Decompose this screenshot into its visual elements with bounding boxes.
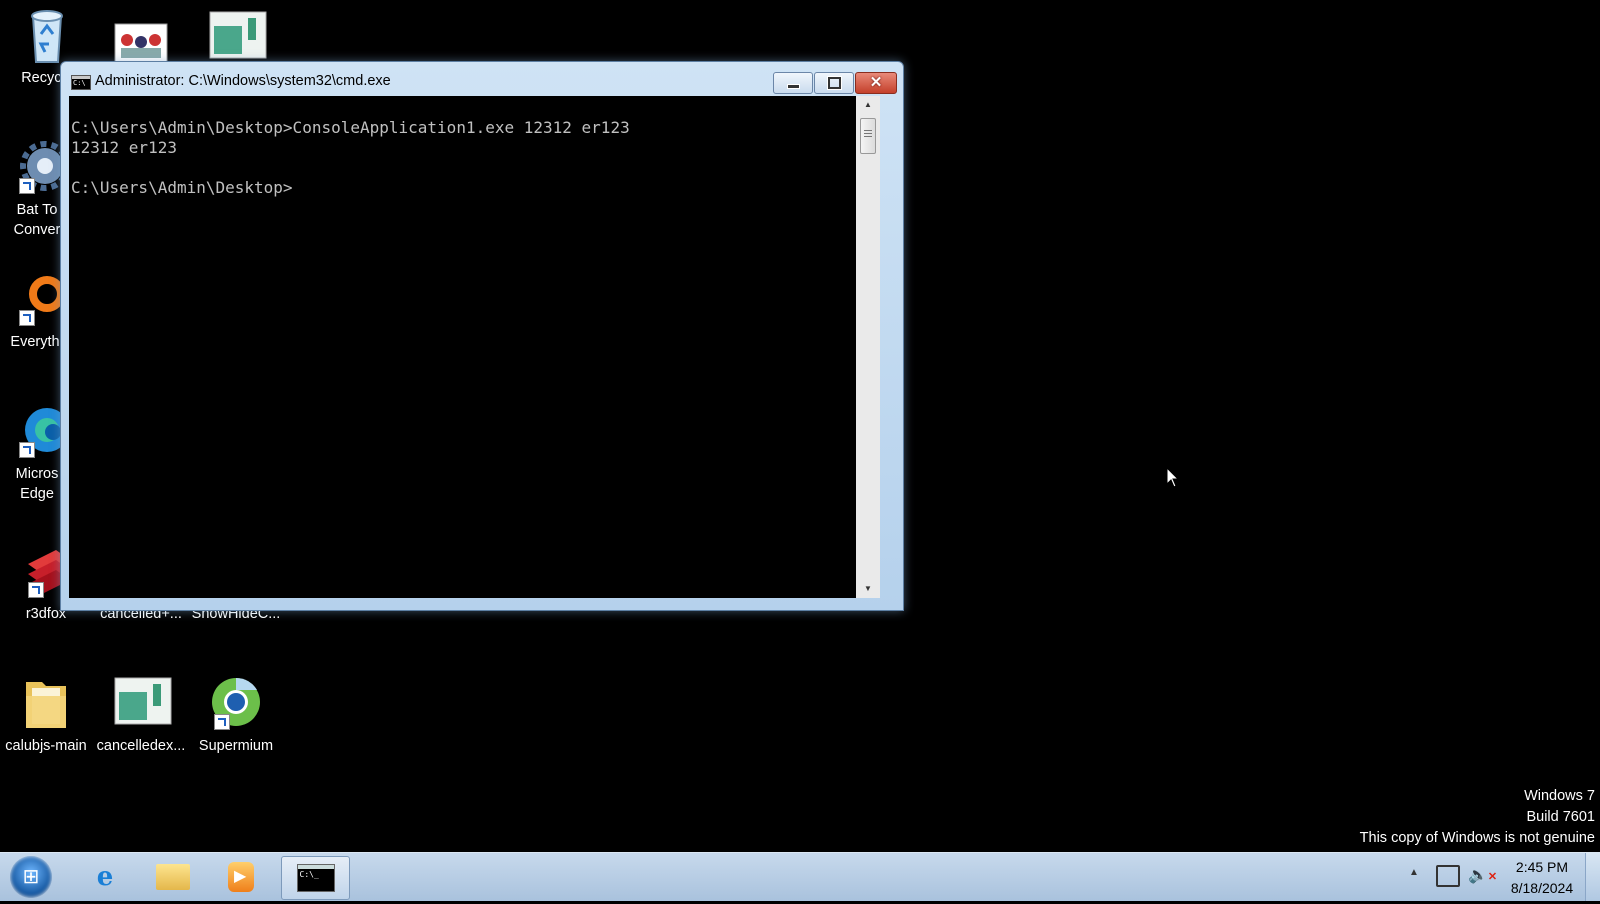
clock-date: 8/18/2024 — [1510, 880, 1574, 896]
desktop-icon-label: Supermium — [198, 738, 274, 754]
shortcut-arrow-icon — [19, 310, 35, 326]
mouse-cursor-icon — [1166, 467, 1180, 488]
cmd-icon — [71, 75, 91, 90]
network-icon[interactable] — [1436, 865, 1460, 887]
shortcut-arrow-icon — [19, 442, 35, 458]
edge-icon — [9, 404, 69, 460]
taskbar-internet-explorer[interactable]: e — [74, 856, 136, 898]
cmd-icon — [296, 864, 335, 892]
windows-logo-icon: ⊞ — [22, 866, 40, 888]
image-thumbnail-icon — [113, 676, 172, 732]
close-button[interactable]: ✕ — [855, 72, 897, 94]
system-clock[interactable]: 2:45 PM 8/18/2024 — [1500, 857, 1584, 899]
desktop-icon-supermium[interactable]: Supermium — [191, 676, 281, 756]
minimize-icon — [787, 84, 800, 89]
search-icon — [7, 272, 65, 328]
show-hidden-icons-arrow-icon[interactable]: ▲ — [1409, 867, 1419, 878]
gear-icon — [9, 140, 70, 196]
show-desktop-button[interactable] — [1585, 853, 1600, 901]
shortcut-arrow-icon — [214, 714, 230, 730]
vertical-scrollbar[interactable]: ▲ ▼ — [856, 96, 880, 598]
desktop-icon-cancelledex[interactable]: cancelledex... — [96, 676, 186, 756]
title-bar[interactable]: Administrator: C:\Windows\system32\cmd.e… — [61, 62, 903, 96]
start-button[interactable]: ⊞ — [10, 856, 52, 898]
media-player-icon — [228, 862, 254, 892]
watermark-os: Windows 7 — [1524, 788, 1595, 804]
desktop-icon-label: calubjs-main — [5, 738, 87, 754]
watermark-genuine: This copy of Windows is not genuine — [1359, 830, 1595, 846]
minimize-button[interactable] — [773, 72, 813, 94]
desktop-icon-calubjs-main[interactable]: calubjs-main — [1, 676, 91, 756]
image-thumbnail-icon — [208, 10, 267, 66]
window-title: Administrator: C:\Windows\system32\cmd.e… — [95, 73, 391, 89]
console-output[interactable]: C:\Users\Admin\Desktop>ConsoleApplicatio… — [69, 96, 856, 598]
maximize-button[interactable] — [814, 72, 854, 94]
supermium-icon — [208, 676, 264, 732]
internet-explorer-icon: e — [96, 862, 114, 892]
image-thumbnail-icon — [113, 10, 169, 66]
console-line: C:\Users\Admin\Desktop>ConsoleApplicatio… — [71, 118, 630, 137]
taskbar: ⊞ e ▲ 🔈✕ 2:45 PM 8/18/2024 — [0, 852, 1600, 901]
shortcut-arrow-icon — [28, 582, 44, 598]
taskbar-cmd[interactable] — [281, 856, 350, 900]
cmd-window[interactable]: Administrator: C:\Windows\system32\cmd.e… — [60, 61, 904, 611]
console-prompt[interactable]: C:\Users\Admin\Desktop> — [69, 178, 856, 198]
volume-muted-icon[interactable]: 🔈✕ — [1468, 865, 1497, 885]
recycle-bin-icon — [19, 8, 75, 64]
folder-icon — [156, 864, 190, 890]
mute-icon: ✕ — [1487, 871, 1498, 883]
shortcut-arrow-icon — [19, 178, 35, 194]
close-icon: ✕ — [869, 74, 883, 91]
scroll-up-arrow-icon[interactable]: ▲ — [856, 96, 880, 114]
desktop-icon-label: cancelledex... — [96, 738, 186, 754]
taskbar-media-player[interactable] — [210, 856, 272, 898]
watermark-build: Build 7601 — [1526, 809, 1595, 825]
taskbar-file-explorer[interactable] — [142, 856, 204, 898]
folder-icon — [18, 676, 74, 732]
maximize-icon — [828, 77, 841, 89]
scroll-down-arrow-icon[interactable]: ▼ — [856, 580, 880, 598]
scroll-thumb[interactable] — [860, 118, 876, 154]
speaker-icon: 🔈 — [1468, 867, 1488, 884]
windows-watermark: Windows 7 Build 7601 This copy of Window… — [1360, 786, 1595, 849]
clock-time: 2:45 PM — [1515, 859, 1569, 875]
console-line: 12312 er123 — [71, 138, 177, 157]
